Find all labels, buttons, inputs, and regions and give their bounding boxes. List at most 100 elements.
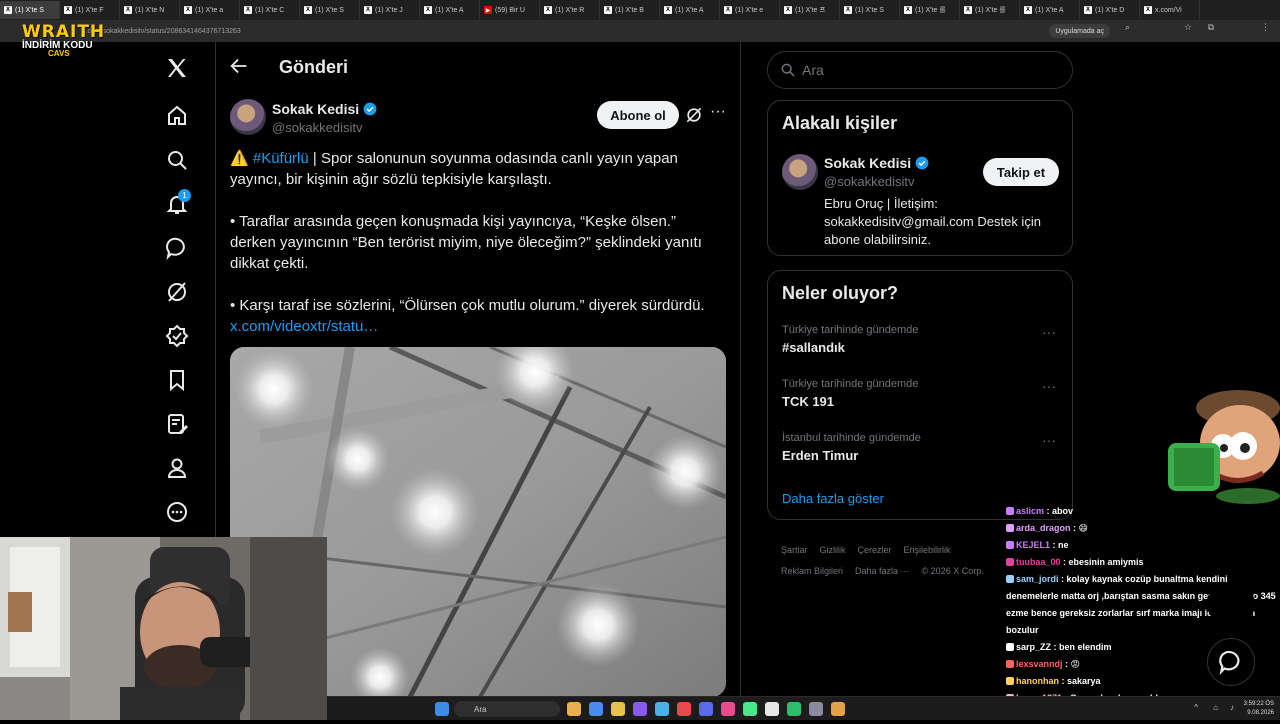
chat-username[interactable]: lexsvanndj <box>1016 659 1063 669</box>
browser-tab[interactable]: Xx.com/Vi <box>1140 1 1200 19</box>
chat-username[interactable]: aslicm <box>1016 506 1044 516</box>
trend-more-icon[interactable]: ··· <box>1042 378 1056 394</box>
network-icon[interactable]: ⌂ <box>1213 703 1218 712</box>
trend-more-icon[interactable]: ··· <box>1042 324 1056 340</box>
chrome-icon[interactable] <box>589 702 603 716</box>
grok-explain-icon[interactable] <box>684 105 704 125</box>
browser-tab[interactable]: ▶ (59) Bir U <box>480 1 540 19</box>
author-handle[interactable]: @sokakkedisitv <box>272 120 363 135</box>
footer-accessibility[interactable]: Erişilebilirlik <box>904 545 951 555</box>
trend-item[interactable]: İstanbul tarihinde gündemde Erden Timur … <box>782 432 1062 463</box>
articles-icon[interactable] <box>160 407 194 441</box>
discord-icon[interactable] <box>699 702 713 716</box>
browser-tab[interactable]: X (1) X'te A <box>1020 1 1080 19</box>
related-handle[interactable]: @sokakkedisitv <box>824 174 915 189</box>
chat-username[interactable]: arda_dragon <box>1016 523 1071 533</box>
home-icon[interactable] <box>160 99 194 133</box>
app-icon[interactable] <box>831 702 845 716</box>
browser-tab[interactable]: X (1) X'te A <box>660 1 720 19</box>
tab-favicon-icon: X <box>544 6 552 14</box>
explorer-icon[interactable] <box>611 702 625 716</box>
spotify-icon[interactable] <box>743 702 757 716</box>
widgets-icon[interactable] <box>567 702 581 716</box>
chat-badge-icon <box>1006 558 1014 566</box>
author-name[interactable]: Sokak Kedisi <box>272 101 377 117</box>
explore-icon[interactable] <box>160 143 194 177</box>
browser-tab[interactable]: X (1) X'te A <box>420 1 480 19</box>
tray-arrow-icon[interactable]: ^ <box>1194 703 1198 712</box>
chat-username[interactable]: hanonhan <box>1016 676 1059 686</box>
chat-message: arda_dragon : 😄 <box>1006 520 1280 537</box>
browser-tab[interactable]: X (1) X'te F <box>60 1 120 19</box>
browser-tab[interactable]: X (1) X'te 프 <box>780 1 840 19</box>
footer-terms[interactable]: Şartlar <box>781 545 808 555</box>
volume-icon[interactable]: ♪ <box>1230 703 1234 712</box>
x-logo-icon[interactable] <box>160 51 194 85</box>
browser-tab[interactable]: X (1) X'te C <box>240 1 300 19</box>
profile-icon[interactable] <box>160 451 194 485</box>
more-options-icon[interactable] <box>160 495 194 529</box>
author-avatar[interactable] <box>230 99 266 135</box>
open-in-app-button[interactable]: Uygulamada aç <box>1049 24 1110 38</box>
footer-ads-info[interactable]: Reklam Bilgileri <box>781 566 843 576</box>
search-input[interactable] <box>802 62 1052 78</box>
app-icon[interactable] <box>655 702 669 716</box>
footer-cookies[interactable]: Çerezler <box>858 545 892 555</box>
browser-tab[interactable]: X (1) X'te R <box>540 1 600 19</box>
chat-badge-icon <box>1006 643 1014 651</box>
subscribe-button[interactable]: Abone ol <box>597 101 679 129</box>
chat-separator: : <box>1060 557 1069 567</box>
address-bar[interactable]: x.com/sokakkedisitv/status/2086341464376… <box>0 20 1280 42</box>
browser-tab[interactable]: X (1) X'te e <box>720 1 780 19</box>
show-more-link[interactable]: Daha fazla göster <box>782 491 884 506</box>
browser-tab[interactable]: X (1) X'te S <box>0 1 60 19</box>
chat-username[interactable]: tuubaa_00 <box>1016 557 1061 567</box>
chat-username[interactable]: sarp_ZZ <box>1016 642 1051 652</box>
related-avatar[interactable] <box>782 154 818 190</box>
chat-username[interactable]: sam_jordi <box>1016 574 1059 584</box>
browser-tab[interactable]: X (1) X'te 를 <box>960 1 1020 19</box>
extensions-icon[interactable]: ⧉ <box>1208 22 1214 33</box>
browser-tab[interactable]: X (1) X'te J <box>360 1 420 19</box>
scroll-up-button[interactable] <box>1207 582 1255 626</box>
trend-item[interactable]: Türkiye tarihinde gündemde TCK 191 ··· <box>782 378 1062 409</box>
messages-icon[interactable] <box>160 231 194 265</box>
premium-icon[interactable] <box>160 319 194 353</box>
bookmarks-icon[interactable] <box>160 363 194 397</box>
browser-tab[interactable]: X (1) X'te B <box>600 1 660 19</box>
browser-tab[interactable]: X (1) X'te S <box>300 1 360 19</box>
app-icon[interactable] <box>633 702 647 716</box>
trend-item[interactable]: Türkiye tarihinde gündemde #sallandık ··… <box>782 324 1062 355</box>
post-more-icon[interactable]: ··· <box>708 104 728 124</box>
hashtag-link[interactable]: #Küfürlü <box>253 150 309 167</box>
chat-username[interactable]: KEJEL1 <box>1016 540 1050 550</box>
browser-menu-icon[interactable]: ⋮ <box>1261 22 1270 33</box>
app-icon[interactable] <box>809 702 823 716</box>
footer-privacy[interactable]: Gizlilik <box>820 545 846 555</box>
trend-more-icon[interactable]: ··· <box>1042 432 1056 448</box>
chat-badge-icon <box>1006 677 1014 685</box>
app-icon[interactable] <box>787 702 801 716</box>
browser-tab[interactable]: X (1) X'te D <box>1080 1 1140 19</box>
browser-tab[interactable]: X (1) X'te a <box>180 1 240 19</box>
browser-tab[interactable]: X (1) X'te 를 <box>900 1 960 19</box>
windows-start-icon[interactable] <box>435 702 449 716</box>
back-arrow-icon[interactable] <box>228 55 250 77</box>
app-icon[interactable] <box>721 702 735 716</box>
footer-more[interactable]: Daha fazla ··· <box>855 566 910 576</box>
taskbar-clock[interactable]: 3:59:22 ÖS 9.08.2026 <box>1244 700 1274 718</box>
post-link[interactable]: x.com/videoxtr/statu… <box>230 316 725 337</box>
zoom-icon[interactable]: ⌕ <box>1125 22 1130 33</box>
app-icon[interactable] <box>677 702 691 716</box>
browser-tab[interactable]: X (1) X'te S <box>840 1 900 19</box>
related-name[interactable]: Sokak Kedisi <box>824 155 929 171</box>
app-icon[interactable] <box>765 702 779 716</box>
taskbar-search[interactable]: Ara <box>454 701 560 717</box>
browser-tab[interactable]: X (1) X'te N <box>120 1 180 19</box>
chat-bubble-icon[interactable] <box>1207 638 1255 686</box>
url-text[interactable]: x.com/sokakkedisitv/status/2086341464376… <box>82 28 241 35</box>
star-icon[interactable]: ☆ <box>1184 22 1192 33</box>
grok-icon[interactable] <box>160 275 194 309</box>
search-box[interactable] <box>767 51 1073 89</box>
follow-button[interactable]: Takip et <box>983 158 1059 186</box>
